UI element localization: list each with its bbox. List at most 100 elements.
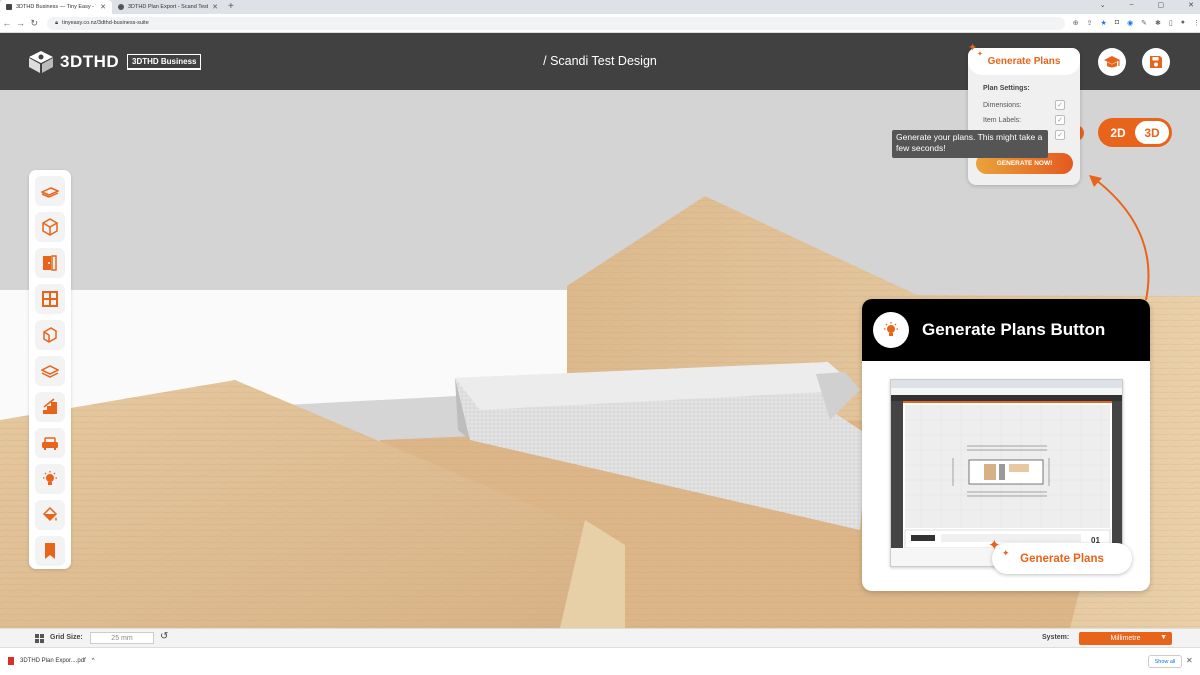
system-label: System: xyxy=(1042,634,1070,641)
toolbar-wall-button[interactable] xyxy=(35,320,65,350)
url-field[interactable]: 🔒︎ tinyeasy.co.nz/3dthd-business-suite xyxy=(47,16,1065,30)
reload-icon[interactable]: ↻ xyxy=(27,18,41,29)
callout-header: Generate Plans Button xyxy=(862,299,1150,361)
eyedropper-icon[interactable]: ✎ xyxy=(1141,19,1147,27)
object-toolbar xyxy=(29,170,71,569)
dimensions-checkbox[interactable]: ✓ xyxy=(1055,100,1065,110)
wall-panel-icon xyxy=(43,327,57,343)
roof-layer-icon xyxy=(41,365,59,378)
plan-settings-title: Plan Settings: xyxy=(983,85,1030,92)
callout-generate-plans-pill: Generate Plans xyxy=(992,543,1132,574)
url-text: tinyeasy.co.nz/3dthd-business-suite xyxy=(62,20,149,26)
unit-system-value: Millimetre xyxy=(1110,635,1141,642)
generate-plans-dropdown: Generate Plans ✦ ✦ Plan Settings: Dimens… xyxy=(968,43,1080,185)
door-icon xyxy=(43,255,57,271)
lock-icon: 🔒︎ xyxy=(55,19,59,26)
toolbar-roof-button[interactable] xyxy=(35,356,65,386)
grid-size-label: Grid Size: xyxy=(50,634,83,641)
generate-tooltip: Generate your plans. This might take a f… xyxy=(892,130,1048,158)
download-item[interactable]: 3DTHD Plan Expor....pdf ^ xyxy=(8,657,95,665)
save-button[interactable] xyxy=(1142,48,1170,76)
forward-icon[interactable]: → xyxy=(14,18,28,28)
sparkle-small-icon: ✦ xyxy=(977,51,983,58)
sofa-icon xyxy=(42,437,58,450)
bottom-status-bar: Grid Size: 25 mm ↺ System: Millimetre ▼ xyxy=(0,628,1200,647)
browser-tab-inactive[interactable]: 3DTHD Plan Export - Scand Test ✕ xyxy=(112,0,224,14)
plan-preview-image: 01 xyxy=(891,380,1122,566)
view-mode-toggle[interactable]: 2D 3D xyxy=(1098,118,1172,147)
maximize-button[interactable]: ▢ xyxy=(1158,1,1165,9)
view-2d-option[interactable]: 2D xyxy=(1101,121,1135,144)
extensions-area: ⊕ ⇪ ★ ◘ ◉ ✎ ✱ ▯ ● ⋮ xyxy=(1073,19,1200,27)
window-controls: ⌄ – ▢ ✕ xyxy=(1100,1,1194,9)
callout-arrow xyxy=(1089,175,1150,301)
close-window-button[interactable]: ✕ xyxy=(1188,1,1194,9)
browser-tab-active[interactable]: 3DTHD Business — Tiny Easy - Ti ✕ xyxy=(0,0,112,14)
pill-sparkle-icon: ✦ xyxy=(988,537,1001,554)
extension-icon[interactable]: ◉ xyxy=(1127,19,1133,27)
third-setting-checkbox[interactable]: ✓ xyxy=(1055,130,1065,140)
back-icon[interactable]: ← xyxy=(0,18,14,28)
close-download-bar-icon[interactable]: ✕ xyxy=(1186,656,1193,665)
bookmark-star-icon[interactable]: ★ xyxy=(1101,19,1107,27)
window-icon xyxy=(42,291,58,307)
toolbar-lighting-button[interactable] xyxy=(35,464,65,494)
view-3d-option[interactable]: 3D xyxy=(1135,121,1169,144)
dimensions-label: Dimensions: xyxy=(983,101,1022,109)
browser-tab-strip: 3DTHD Business — Tiny Easy - Ti ✕ 3DTHD … xyxy=(0,0,1200,14)
callout-lightbulb-icon xyxy=(873,312,909,348)
toolbar-furniture-button[interactable] xyxy=(35,428,65,458)
download-options-icon[interactable]: ^ xyxy=(92,658,95,664)
toolbar-bookmark-button[interactable] xyxy=(35,536,65,566)
new-tab-button[interactable]: + xyxy=(224,0,238,14)
tab-title: 3DTHD Plan Export - Scand Test xyxy=(128,4,209,10)
puzzle-icon[interactable]: ✱ xyxy=(1155,19,1161,27)
pill-sparkle-small-icon: ✦ xyxy=(1002,548,1010,558)
tab-favicon-icon xyxy=(6,4,12,10)
generate-plans-button[interactable]: Generate Plans xyxy=(968,48,1080,75)
tab-title: 3DTHD Business — Tiny Easy - Ti xyxy=(16,4,97,10)
grid-size-input[interactable]: 25 mm xyxy=(90,632,154,644)
tutorial-button[interactable] xyxy=(1098,48,1126,76)
grid-icon xyxy=(35,634,44,643)
plan-export-preview: 01 xyxy=(890,379,1123,567)
tab-close-icon[interactable]: ✕ xyxy=(100,3,106,11)
zoom-icon[interactable]: ⊕ xyxy=(1073,19,1079,27)
stairs-icon xyxy=(43,398,57,414)
share-icon[interactable]: ⇪ xyxy=(1087,19,1093,27)
toolbar-door-button[interactable] xyxy=(35,248,65,278)
item-labels-label: Item Labels: xyxy=(983,116,1022,124)
tab-close-icon[interactable]: ✕ xyxy=(212,3,218,11)
menu-dots-icon[interactable]: ⋮ xyxy=(1193,19,1200,27)
cube-outline-icon xyxy=(42,218,58,236)
unit-system-select[interactable]: Millimetre ▼ xyxy=(1079,632,1172,645)
camera-icon[interactable]: ◘ xyxy=(1115,19,1119,27)
dimensions-setting: Dimensions: ✓ xyxy=(983,100,1065,110)
minimize-button[interactable]: – xyxy=(1130,1,1134,9)
profile-icon[interactable]: ● xyxy=(1181,19,1185,27)
chevron-down-icon: ▼ xyxy=(1160,634,1167,641)
item-labels-setting: Item Labels: ✓ xyxy=(983,115,1065,125)
show-all-button[interactable]: Show all xyxy=(1148,655,1182,668)
toolbar-shape-button[interactable] xyxy=(35,212,65,242)
window-menu-button[interactable]: ⌄ xyxy=(1100,1,1106,9)
download-file-name: 3DTHD Plan Expor....pdf xyxy=(20,658,86,664)
address-bar-row: ← → ↻ 🔒︎ tinyeasy.co.nz/3dthd-business-s… xyxy=(0,14,1200,33)
bookmark-icon xyxy=(45,543,55,559)
toolbar-floor-button[interactable] xyxy=(35,176,65,206)
lightbulb-icon xyxy=(43,471,57,485)
paint-bucket-icon xyxy=(42,506,58,522)
download-bar: 3DTHD Plan Expor....pdf ^ Show all ✕ xyxy=(0,647,1200,675)
pdf-file-icon xyxy=(8,657,14,665)
toolbar-stairs-button[interactable] xyxy=(35,392,65,422)
callout-title: Generate Plans Button xyxy=(922,320,1106,339)
reset-grid-icon[interactable]: ↺ xyxy=(160,632,168,642)
item-labels-checkbox[interactable]: ✓ xyxy=(1055,115,1065,125)
floppy-disk-icon xyxy=(1150,56,1162,68)
floor-icon xyxy=(41,187,59,198)
toolbar-window-button[interactable] xyxy=(35,284,65,314)
toolbar-paint-button[interactable] xyxy=(35,500,65,530)
graduation-cap-icon xyxy=(1104,56,1120,68)
sidepanel-icon[interactable]: ▯ xyxy=(1169,19,1173,27)
tab-favicon-icon xyxy=(118,4,124,10)
